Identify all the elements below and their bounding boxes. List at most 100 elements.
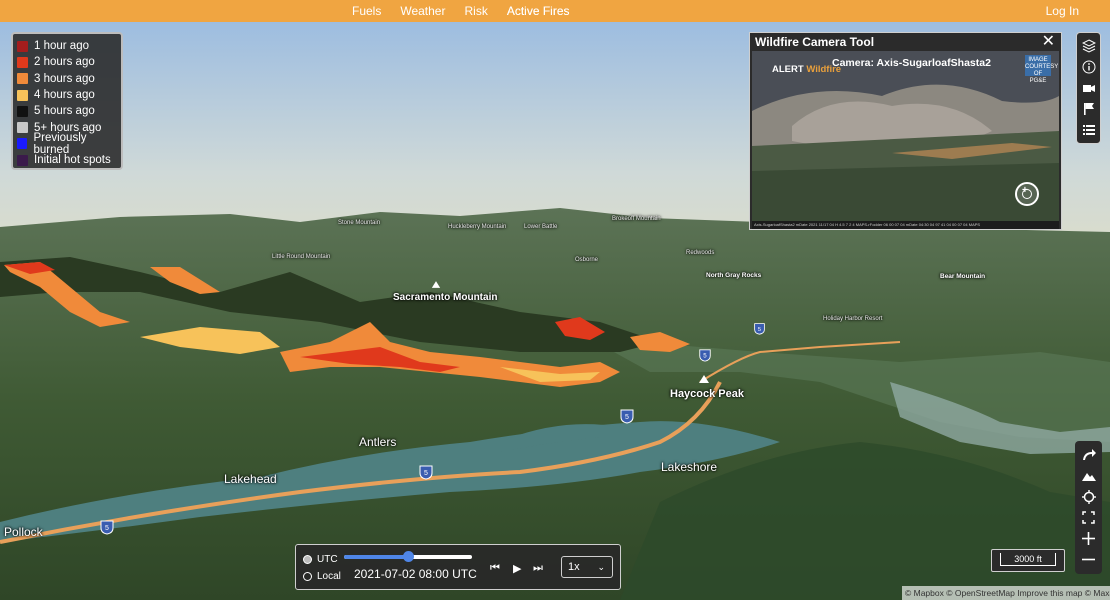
alert-wildfire-logo: ALERT Wildfire (772, 64, 841, 75)
peak-marker-icon (431, 281, 441, 288)
time-player: UTC Local 2021-07-02 08:00 UTC ⏮ ▶ ⏭ 1x ⌄ (295, 544, 621, 590)
nav-menu: Fuels Weather Risk Active Fires (352, 0, 589, 22)
zoom-in-icon[interactable] (1015, 182, 1039, 206)
utc-radio[interactable] (303, 555, 312, 564)
place-little-round-mountain: Little Round Mountain (272, 254, 331, 260)
interstate-shield-icon: 5 (100, 520, 114, 535)
svg-text:5: 5 (424, 470, 428, 477)
legend-label: 2 hours ago (34, 56, 95, 69)
nav-active-fires[interactable]: Active Fires (507, 4, 570, 18)
peak-marker-icon (699, 375, 709, 383)
camera-panel-title: Wildfire Camera Tool (755, 35, 875, 49)
zoom-out-button[interactable] (1080, 551, 1098, 569)
place-lower-battle: Lower Battle (524, 224, 558, 230)
place-huckleberry: Huckleberry Mountain (448, 224, 507, 230)
place-osborne: Osborne (575, 257, 599, 263)
svg-text:5: 5 (758, 327, 761, 333)
camera-icon[interactable] (1080, 79, 1098, 97)
legend-swatch (17, 73, 28, 85)
place-brokeoff: Brokeoff Mountain (612, 216, 661, 222)
navigation-tools (1075, 441, 1102, 574)
layers-icon[interactable] (1080, 37, 1098, 55)
nav-risk[interactable]: Risk (464, 4, 487, 18)
legend-label: Previously burned (33, 131, 87, 156)
play-icon[interactable]: ▶ (513, 562, 521, 575)
playback-speed-select[interactable]: 1x ⌄ (561, 556, 613, 578)
alert-logo-text: ALERT (772, 64, 804, 75)
skip-back-icon[interactable]: ⏮ (490, 562, 500, 575)
legend-label: 5 hours ago (34, 105, 95, 118)
fire-legend: 1 hour ago 2 hours ago 3 hours ago 4 hou… (11, 32, 123, 170)
playback-speed-value: 1x (568, 561, 580, 573)
place-bear-mountain: Bear Mountain (940, 273, 986, 280)
map-attribution[interactable]: © Mapbox © OpenStreetMap Improve this ma… (902, 586, 1110, 600)
current-timestamp: 2021-07-02 08:00 UTC (354, 567, 477, 581)
skip-forward-icon[interactable]: ⏭ (533, 562, 543, 575)
legend-item: Previously burned (17, 132, 121, 156)
utc-option[interactable]: UTC (303, 554, 338, 565)
place-pollock: Pollock (4, 525, 43, 539)
legend-label: 3 hours ago (34, 72, 95, 85)
place-antlers: Antlers (359, 435, 397, 449)
place-redwoods: Redwoods (686, 250, 715, 256)
svg-text:5: 5 (703, 353, 707, 360)
scale-label: 3000 ft (1000, 553, 1056, 566)
map-tools-panel (1076, 32, 1101, 144)
camera-panel-header: Wildfire Camera Tool ✕ (750, 33, 1061, 51)
legend-swatch (17, 105, 28, 117)
nav-weather[interactable]: Weather (400, 4, 445, 18)
legend-label: 4 hours ago (34, 89, 95, 102)
camera-feed-scene (752, 51, 1059, 229)
place-stone-mountain: Stone Mountain (338, 220, 381, 226)
legend-swatch (17, 138, 28, 150)
terrain-icon[interactable] (1080, 467, 1098, 485)
time-slider[interactable] (344, 551, 472, 562)
place-haycock-peak: Haycock Peak (670, 388, 744, 400)
camera-name-label: Camera: Axis-SugarloafShasta2 (832, 57, 991, 69)
rotate-icon[interactable] (1080, 446, 1098, 464)
fullscreen-icon[interactable] (1080, 509, 1098, 527)
pge-logo: IMAGE COURTESY OF PG&E (1025, 55, 1059, 84)
scale-bar: 3000 ft (991, 549, 1065, 572)
utc-label: UTC (317, 554, 338, 565)
camera-info-strip: Axis-SugarloafShasta2 mDate 2021 11/17 0… (752, 221, 1059, 229)
camera-feed-image: ALERT Wildfire Camera: Axis-SugarloafSha… (752, 51, 1059, 229)
interstate-shield-icon: 5 (754, 323, 765, 335)
legend-swatch (17, 56, 28, 68)
legend-item: 4 hours ago (17, 87, 121, 103)
locate-icon[interactable] (1080, 488, 1098, 506)
legend-swatch (17, 40, 28, 52)
top-nav-bar: Fuels Weather Risk Active Fires Log In (0, 0, 1110, 22)
time-slider-fill (344, 555, 408, 559)
nav-fuels[interactable]: Fuels (352, 4, 381, 18)
flag-icon[interactable] (1080, 100, 1098, 118)
interstate-shield-icon: 5 (620, 409, 634, 424)
legend-swatch (17, 89, 28, 101)
svg-text:5: 5 (105, 525, 109, 532)
legend-label: 1 hour ago (34, 40, 89, 53)
legend-swatch (17, 122, 28, 134)
legend-item: 5 hours ago (17, 103, 121, 119)
local-label: Local (317, 571, 341, 582)
zoom-in-button[interactable] (1080, 530, 1098, 548)
list-icon[interactable] (1080, 121, 1098, 139)
local-radio[interactable] (303, 572, 312, 581)
place-lakeshore: Lakeshore (661, 460, 718, 474)
time-slider-handle[interactable] (403, 551, 414, 562)
interstate-shield-icon: 5 (699, 349, 711, 362)
chevron-down-icon: ⌄ (597, 562, 605, 572)
local-option[interactable]: Local (303, 571, 341, 582)
place-holiday-harbor: Holiday Harbor Resort (823, 316, 883, 322)
place-north-gray-rocks: North Gray Rocks (706, 272, 762, 279)
place-lakehead: Lakehead (224, 472, 277, 486)
login-link[interactable]: Log In (1046, 4, 1079, 18)
legend-label: Initial hot spots (34, 154, 111, 167)
legend-item: 2 hours ago (17, 54, 121, 70)
wildfire-camera-panel: Wildfire Camera Tool ✕ ALERT Wildfire Ca… (749, 32, 1062, 230)
svg-text:5: 5 (625, 414, 629, 421)
info-icon[interactable] (1080, 58, 1098, 76)
legend-item: 3 hours ago (17, 71, 121, 87)
place-sacramento-mountain: Sacramento Mountain (393, 292, 498, 303)
close-icon[interactable]: ✕ (1042, 34, 1055, 50)
legend-swatch (17, 154, 28, 166)
